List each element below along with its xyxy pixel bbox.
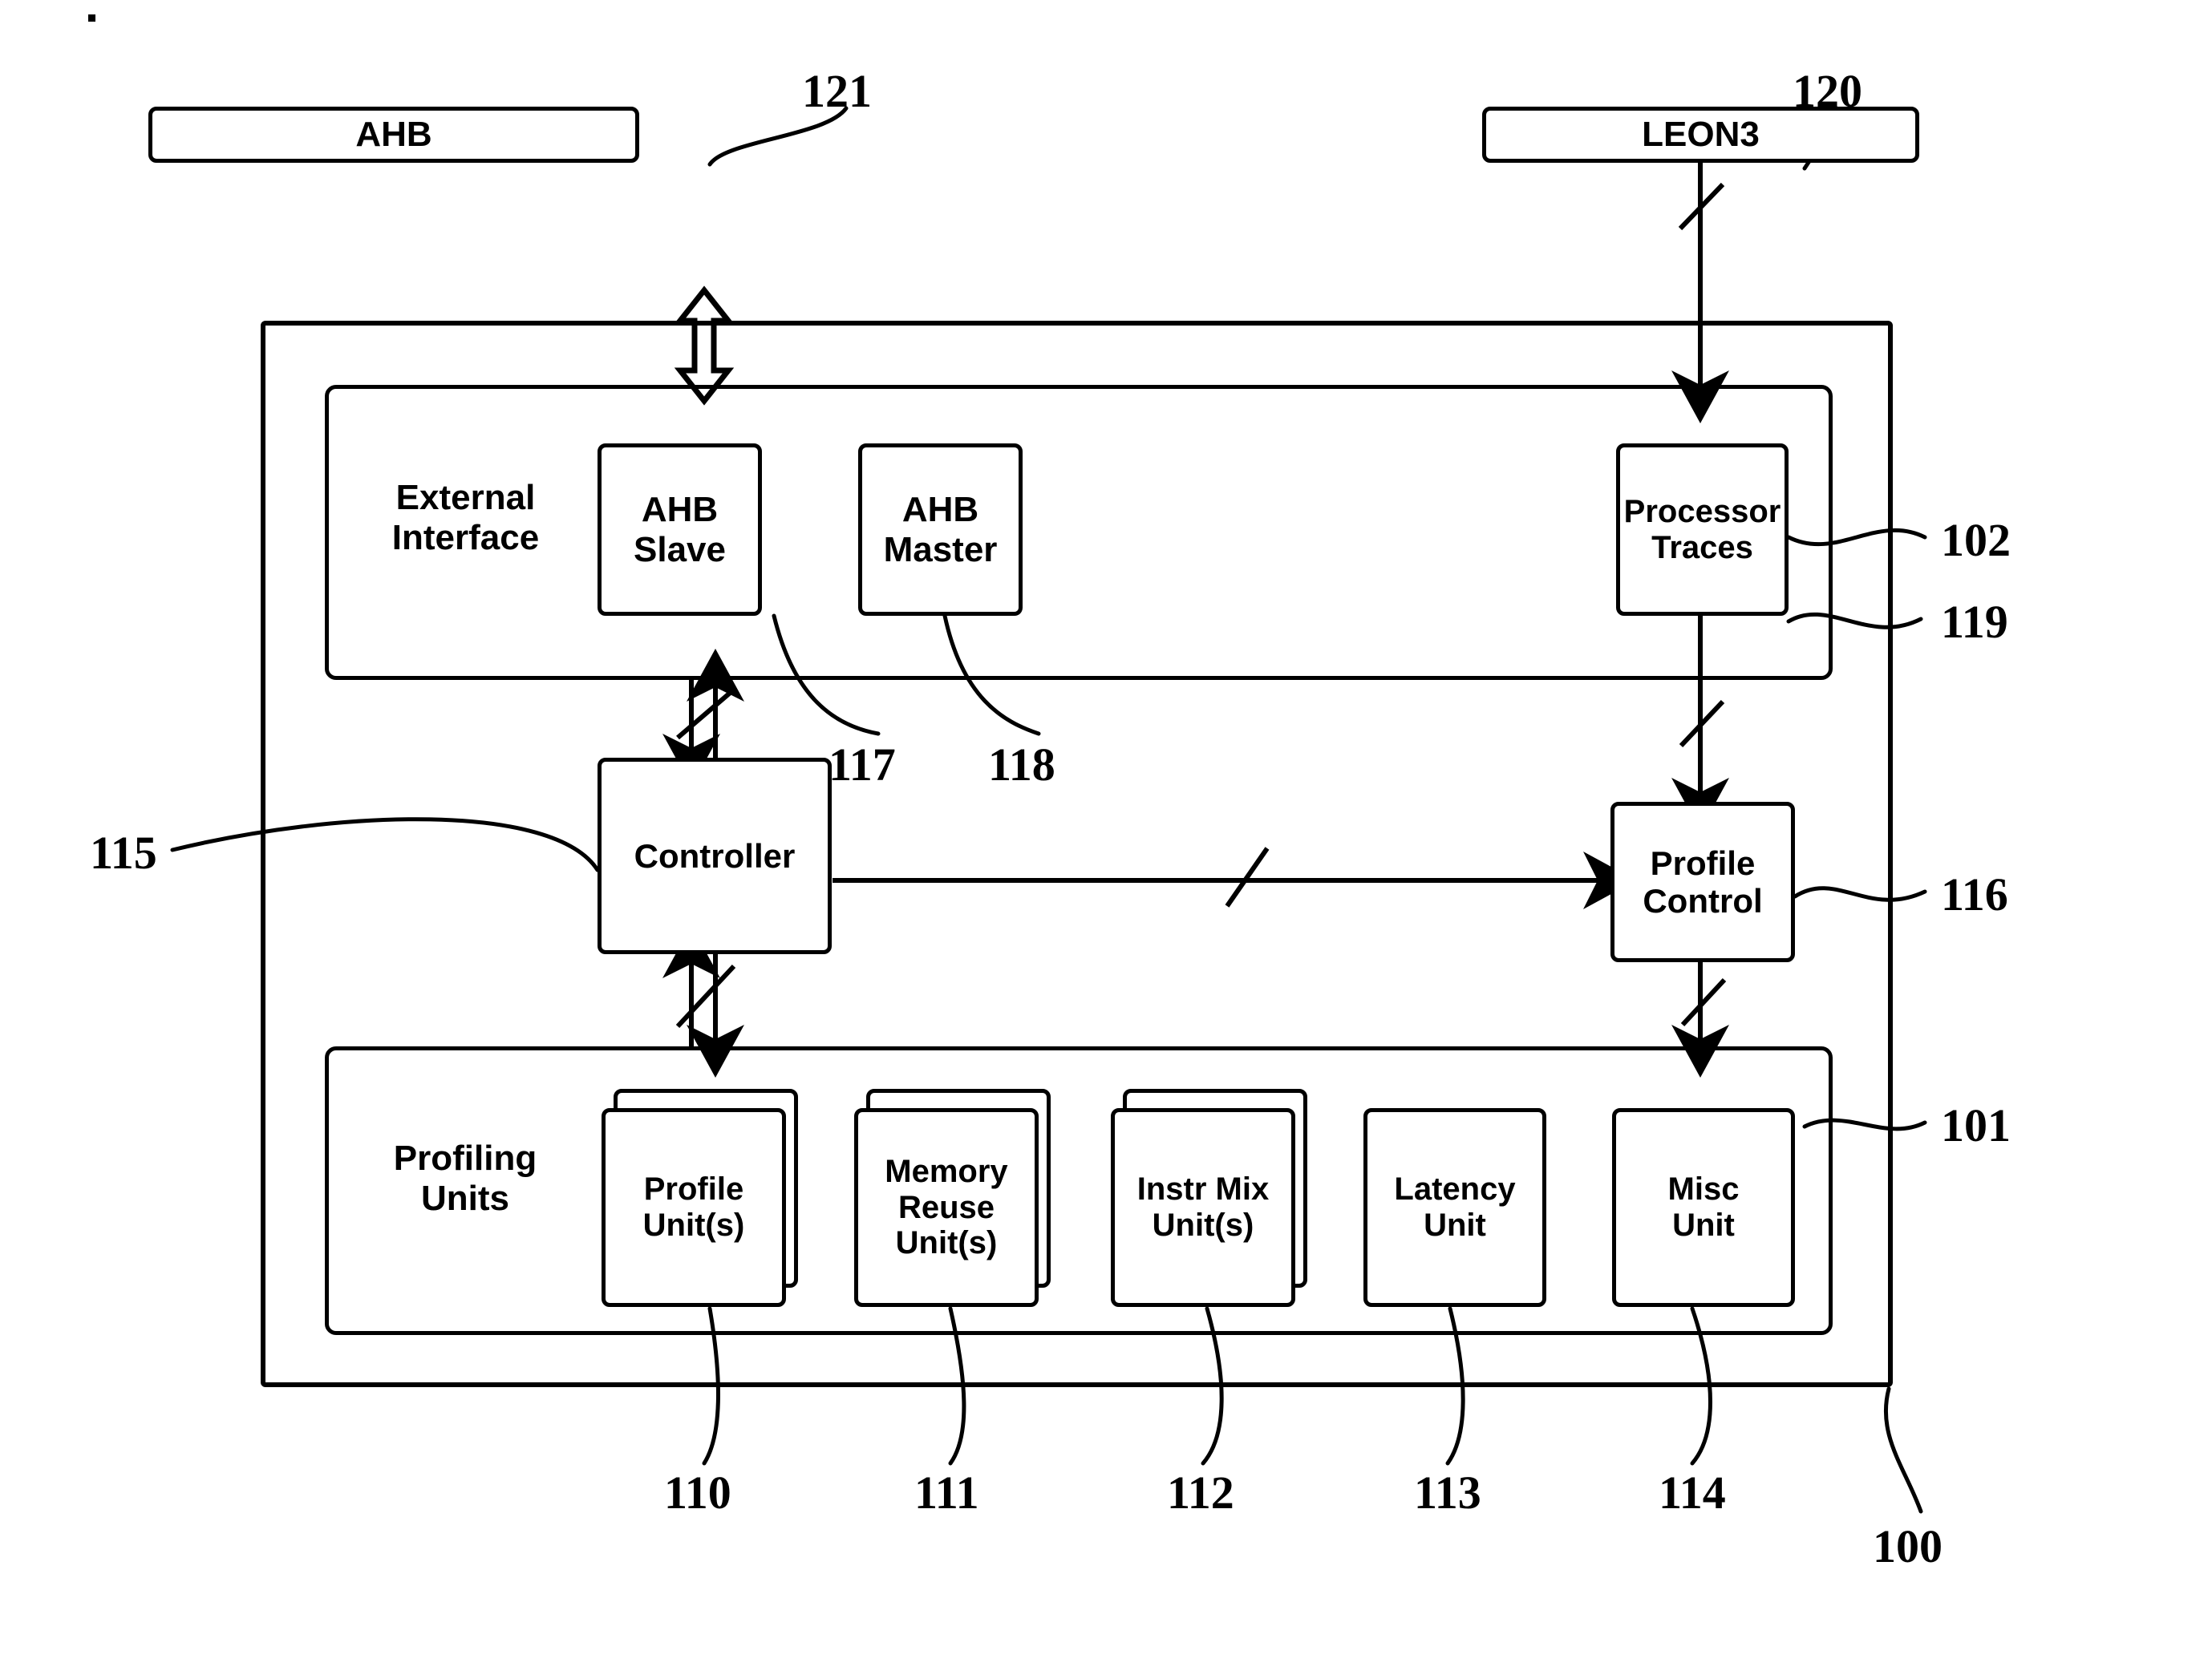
ahb-slave-block[interactable]: AHB Slave: [598, 443, 762, 616]
latency-label-line1: Latency: [1394, 1171, 1516, 1208]
ahb-master-label-line1: AHB: [901, 490, 979, 530]
ref-numeral-117: 117: [828, 738, 896, 791]
ref-numeral-118: 118: [988, 738, 1055, 791]
ref-numeral-102: 102: [1941, 514, 2011, 566]
ahb-bus-block[interactable]: AHB: [148, 107, 639, 163]
instr-mix-unit-block[interactable]: Instr Mix Unit(s): [1111, 1108, 1295, 1307]
ref-numeral-112: 112: [1167, 1467, 1234, 1519]
ref-numeral-119: 119: [1941, 596, 2008, 648]
profiling-units-label-line1: Profiling: [393, 1139, 537, 1178]
ref-numeral-101: 101: [1941, 1099, 2011, 1151]
external-interface-label-line2: Interface: [391, 518, 540, 558]
misc-label-line2: Unit: [1672, 1208, 1735, 1243]
leon3-cpu-label: LEON3: [1642, 115, 1760, 155]
ahb-master-block[interactable]: AHB Master: [858, 443, 1023, 616]
controller-block[interactable]: Controller: [598, 758, 832, 954]
ref-numeral-114: 114: [1659, 1467, 1726, 1519]
ref-numeral-111: 111: [914, 1467, 979, 1519]
ahb-slave-label-line2: Slave: [634, 529, 726, 569]
profile-control-label-line2: Control: [1643, 882, 1763, 920]
memory-reuse-label-line3: Unit(s): [895, 1225, 998, 1261]
profile-unit-label-line2: Unit(s): [642, 1208, 745, 1243]
instr-mix-label-line2: Unit(s): [1152, 1208, 1254, 1243]
memory-reuse-unit-block[interactable]: Memory Reuse Unit(s): [854, 1108, 1039, 1307]
ref-numeral-113: 113: [1414, 1467, 1481, 1519]
misc-label-line1: Misc: [1667, 1171, 1740, 1208]
ahb-master-label-line2: Master: [883, 529, 998, 569]
profile-control-label-line1: Profile: [1650, 844, 1756, 882]
processor-traces-label-line1: Processor: [1623, 493, 1781, 529]
latency-unit-block[interactable]: Latency Unit: [1363, 1108, 1546, 1307]
ref-numeral-110: 110: [664, 1467, 731, 1519]
memory-reuse-label-line2: Reuse: [897, 1189, 995, 1225]
profile-control-block[interactable]: Profile Control: [1610, 802, 1795, 962]
ahb-slave-label-line1: AHB: [641, 490, 719, 530]
scan-speck: [88, 14, 95, 22]
ref-numeral-115: 115: [90, 827, 157, 879]
external-interface-label-line1: External: [395, 478, 536, 517]
profiling-units-label: Profiling Units: [365, 1139, 565, 1219]
profile-unit-block[interactable]: Profile Unit(s): [602, 1108, 786, 1307]
profile-unit-label-line1: Profile: [643, 1171, 744, 1208]
processor-traces-block[interactable]: Processor Traces: [1616, 443, 1789, 616]
ref-numeral-100: 100: [1873, 1520, 1943, 1572]
ref-numeral-120: 120: [1793, 65, 1862, 117]
processor-traces-label-line2: Traces: [1651, 529, 1753, 565]
ref-numeral-121: 121: [802, 65, 872, 117]
controller-label: Controller: [634, 836, 796, 875]
memory-reuse-label-line1: Memory: [885, 1153, 1008, 1189]
latency-label-line2: Unit: [1424, 1208, 1486, 1243]
external-interface-label: External Interface: [359, 478, 572, 558]
ref-numeral-116: 116: [1941, 868, 2008, 920]
misc-unit-block[interactable]: Misc Unit: [1612, 1108, 1795, 1307]
figure-canvas: AHB LEON3 External Interface AHB Slave A…: [0, 0, 2212, 1675]
profiling-units-label-line2: Units: [421, 1179, 509, 1219]
ahb-bus-label: AHB: [355, 115, 432, 155]
instr-mix-label-line1: Instr Mix: [1136, 1171, 1270, 1208]
